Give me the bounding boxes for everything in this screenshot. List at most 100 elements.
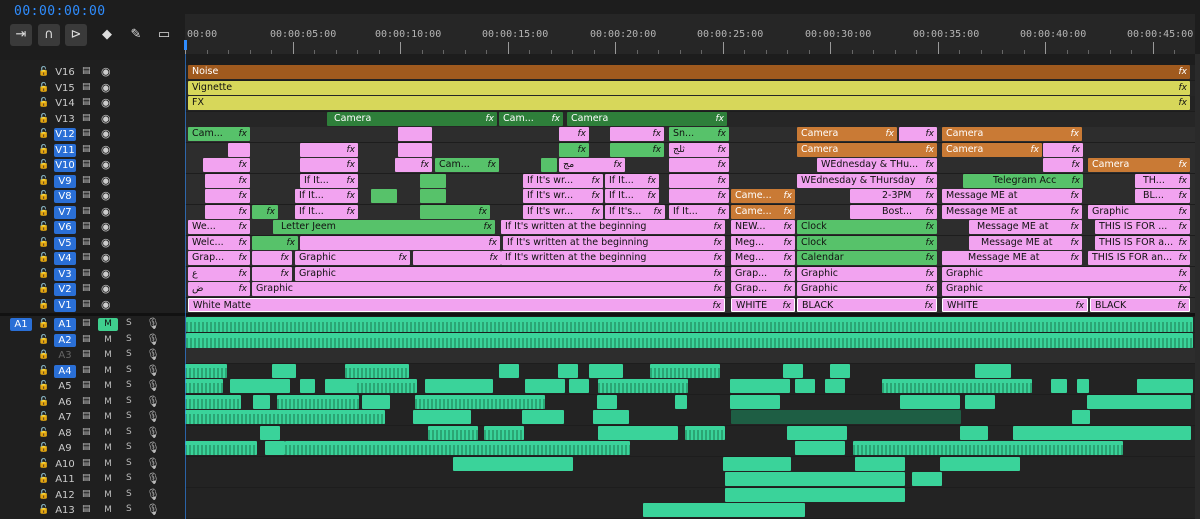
sync-lock-icon[interactable]: ▤ <box>82 504 91 514</box>
clip-text-arabic[interactable]: ثلج fx <box>669 142 729 157</box>
eye-icon[interactable]: ◉ <box>101 96 111 109</box>
clip-if-it[interactable]: If It... fx <box>300 173 358 188</box>
filmstrip-icon[interactable]: ▤ <box>82 283 91 293</box>
clip-graphic[interactable]: fx <box>559 142 589 157</box>
solo-button[interactable]: S <box>126 442 132 452</box>
clip-if-it[interactable]: If It... fx <box>605 189 659 203</box>
clip-graphic[interactable]: fx <box>420 204 490 219</box>
lock-icon[interactable]: 🔓 <box>38 366 49 376</box>
filmstrip-icon[interactable]: ▤ <box>82 66 91 76</box>
eye-icon[interactable]: ◉ <box>101 236 111 249</box>
track-name[interactable]: A13 <box>54 504 76 517</box>
vertical-scrollbar[interactable] <box>1195 54 1200 519</box>
solo-button[interactable]: S <box>126 504 132 514</box>
timeline-tracks[interactable]: Noise fx Vignette fx FX fx Camera fx Cam... f… <box>185 60 1195 519</box>
audio-clip[interactable] <box>1013 425 1191 440</box>
lock-icon[interactable]: 🔓 <box>38 381 49 391</box>
clip-this-is-for-a[interactable]: THIS IS FOR a... fx <box>1095 235 1190 250</box>
clip-graphic[interactable]: Graphic fx <box>1088 204 1190 219</box>
audio-clip[interactable] <box>428 425 478 440</box>
solo-button[interactable]: S <box>126 411 132 421</box>
sync-lock-icon[interactable]: ▤ <box>82 411 91 421</box>
clip-camera[interactable]: Camera fx <box>797 127 897 141</box>
audio-clip[interactable] <box>253 394 270 409</box>
solo-button[interactable]: S <box>126 380 132 390</box>
clip-camera[interactable]: Camera fx <box>567 111 727 126</box>
clip-camera[interactable]: Came... fx <box>731 204 795 219</box>
microphone-icon[interactable]: 🎙 <box>146 472 160 485</box>
audio-clip[interactable] <box>425 379 493 393</box>
audio-clip[interactable] <box>940 456 1020 471</box>
sync-lock-icon[interactable]: ▤ <box>82 458 91 468</box>
clip-if-its-written[interactable]: If It's written at the beginning fx <box>503 235 725 250</box>
eye-icon[interactable]: ◉ <box>101 189 111 202</box>
microphone-icon[interactable]: 🎙 <box>146 488 160 501</box>
solo-button[interactable]: S <box>126 349 132 359</box>
eye-icon[interactable]: ◉ <box>101 158 111 171</box>
filmstrip-icon[interactable]: ▤ <box>82 159 91 169</box>
mute-button[interactable]: M <box>101 365 115 378</box>
clip-graphic[interactable]: Graphic fx <box>797 266 937 281</box>
clip-graphic[interactable]: fx <box>252 266 292 281</box>
clip-bl[interactable]: BL... fx <box>1135 189 1190 203</box>
clip-this-is-for[interactable]: THIS IS FOR ... fx <box>1095 220 1190 234</box>
track-name[interactable]: A7 <box>54 411 76 424</box>
filmstrip-icon[interactable]: ▤ <box>82 97 91 107</box>
audio-clip[interactable] <box>525 379 565 393</box>
audio-clip[interactable] <box>453 456 573 471</box>
audio-clip[interactable] <box>593 410 629 424</box>
sync-lock-icon[interactable]: ▤ <box>82 318 91 328</box>
clip-wed-thu[interactable]: WEdnesday & THu... fx <box>817 158 937 172</box>
clip-graphic[interactable] <box>541 158 557 172</box>
clip-text-arabic[interactable]: مج fx <box>559 158 625 172</box>
audio-clip[interactable] <box>882 379 1032 393</box>
lock-icon[interactable]: 🔓 <box>38 191 49 201</box>
eye-icon[interactable]: ◉ <box>101 251 111 264</box>
audio-clip[interactable] <box>643 503 805 517</box>
clip-if-its-wr[interactable]: If It's wr... fx <box>523 204 603 219</box>
filmstrip-icon[interactable]: ▤ <box>82 82 91 92</box>
microphone-icon[interactable]: 🎙 <box>146 426 160 439</box>
clip-if-it[interactable]: If It... fx <box>295 204 358 219</box>
clip-graphic[interactable]: fx <box>669 158 729 172</box>
audio-clip[interactable] <box>186 332 1193 348</box>
microphone-icon[interactable]: 🎙 <box>146 410 160 423</box>
clip-graphic[interactable]: fx <box>1043 142 1083 157</box>
sync-lock-icon[interactable]: ▤ <box>82 427 91 437</box>
track-name[interactable]: V5 <box>54 236 76 250</box>
track-name[interactable]: V2 <box>54 283 76 296</box>
audio-clip[interactable] <box>598 379 688 393</box>
audio-clip[interactable] <box>730 379 790 393</box>
audio-clip[interactable] <box>265 441 285 455</box>
sync-lock-icon[interactable]: ▤ <box>82 349 91 359</box>
clip-graphic[interactable]: fx <box>610 142 664 157</box>
audio-clip[interactable] <box>569 379 589 393</box>
lock-icon[interactable]: 🔓 <box>38 428 49 438</box>
audio-clip[interactable] <box>830 363 850 378</box>
audio-clip[interactable] <box>965 394 995 409</box>
filmstrip-icon[interactable]: ▤ <box>82 144 91 154</box>
audio-clip[interactable] <box>598 425 678 440</box>
clip-camera[interactable]: Camera fx <box>1088 158 1190 172</box>
eye-icon[interactable]: ◉ <box>101 65 111 78</box>
clip-graphic[interactable] <box>228 142 250 157</box>
solo-button[interactable]: S <box>126 334 132 344</box>
clip-camera[interactable]: Camera fx <box>797 142 937 157</box>
clip-meg[interactable]: Meg... fx <box>731 251 795 265</box>
audio-clip[interactable] <box>975 363 1011 378</box>
audio-clip[interactable] <box>675 394 687 409</box>
lock-icon[interactable]: 🔓 <box>38 397 49 407</box>
filmstrip-icon[interactable]: ▤ <box>82 175 91 185</box>
microphone-icon[interactable]: 🎙 <box>146 457 160 470</box>
track-name[interactable]: V8 <box>54 190 76 203</box>
mute-button[interactable]: M <box>101 427 115 440</box>
clip-text-arabic[interactable]: ض fx <box>188 282 250 296</box>
playhead-handle[interactable] <box>184 40 187 50</box>
audio-clip[interactable] <box>685 425 725 440</box>
clip-graphic[interactable]: fx <box>413 251 501 265</box>
track-name[interactable]: A1 <box>54 318 76 331</box>
audio-clip[interactable] <box>853 441 1123 455</box>
audio-clip[interactable] <box>795 379 815 393</box>
track-name[interactable]: V3 <box>54 267 76 281</box>
track-name[interactable]: V13 <box>54 113 76 126</box>
